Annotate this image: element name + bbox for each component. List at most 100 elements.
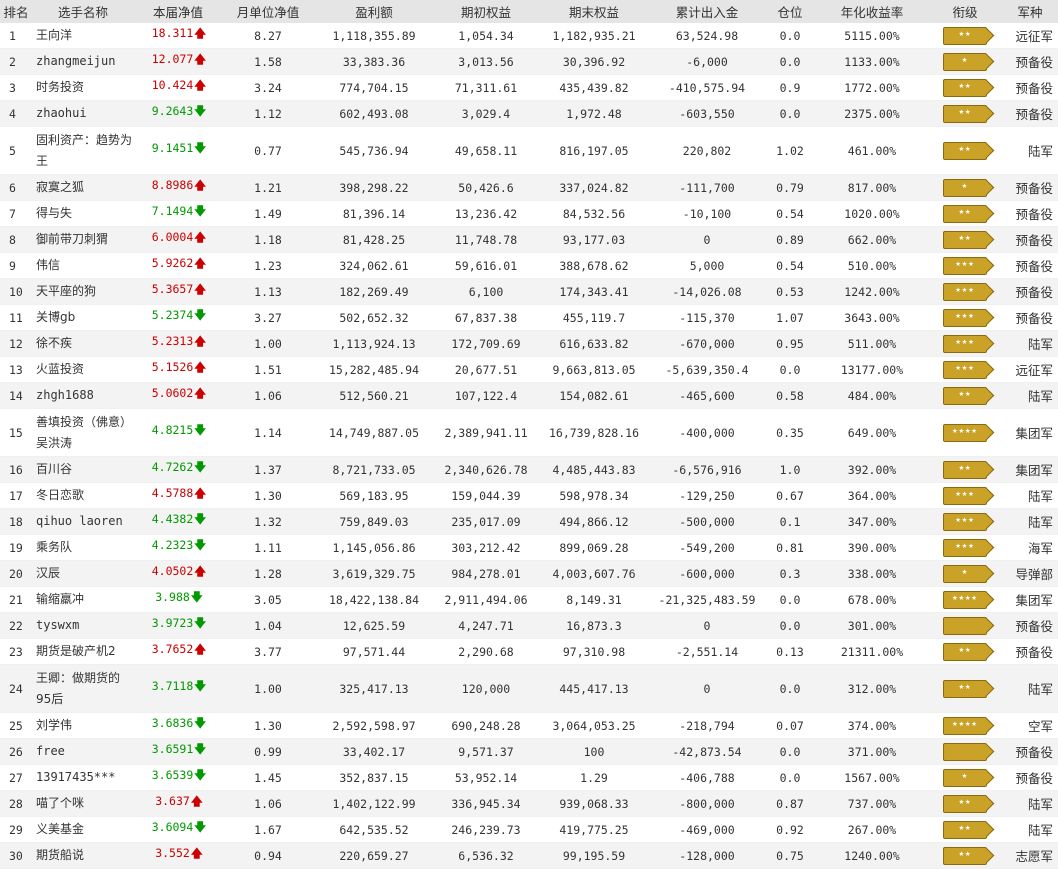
table-row[interactable]: 2 zhangmeijun 12.077🡅 1.58 33,383.36 3,013.56… [0, 48, 1058, 75]
rank-badge-cell: ★★★★ [928, 408, 1002, 457]
player-name-link[interactable]: 乘务队 [32, 534, 134, 561]
player-name-link[interactable]: 义美基金 [32, 816, 134, 843]
table-row[interactable]: 29 义美基金 3.6094🡇 1.67 642,535.52 246,239.73 419… [0, 816, 1058, 843]
table-row[interactable]: 13 火蓝投资 5.1526🡅 1.51 15,282,485.94 20,677.51 9… [0, 356, 1058, 383]
table-row[interactable]: 10 天平座的狗 5.3657🡅 1.13 182,269.49 6,100 174,343… [0, 278, 1058, 305]
table-row[interactable]: 18 qihuo laoren 4.4382🡇 1.32 759,849.03 235,0… [0, 508, 1058, 535]
begin-equity-cell: 3,013.56 [434, 48, 538, 75]
net-value: 8.8986 [151, 178, 194, 192]
player-name-link[interactable]: 天平座的狗 [32, 278, 134, 305]
begin-equity-cell: 11,748.78 [434, 226, 538, 253]
table-row[interactable]: 28 喵了个咪 3.637🡅 1.06 1,402,122.99 336,945.34 93… [0, 790, 1058, 817]
position-cell: 0.67 [764, 482, 816, 509]
player-name-link[interactable]: 御前带刀刺猬 [32, 226, 134, 253]
table-row[interactable]: 20 汉辰 4.0502🡅 1.28 3,619,329.75 984,278.01 4,0… [0, 560, 1058, 587]
table-row[interactable]: 6 寂寞之狐 8.8986🡅 1.21 398,298.22 50,426.6 337,02… [0, 174, 1058, 201]
table-row[interactable]: 15 善填投资（佛意）吴洪涛 4.8215🡇 1.14 14,749,887.05 2,3… [0, 408, 1058, 457]
rank-cell: 17 [0, 482, 32, 509]
annual-return-cell: 347.00% [816, 508, 928, 535]
arrow-up-icon: 🡅 [194, 564, 207, 578]
player-name-link[interactable]: 得与失 [32, 200, 134, 227]
table-row[interactable]: 27 13917435*** 3.6539🡇 1.45 352,837.15 53,952… [0, 764, 1058, 791]
player-name-link[interactable]: 伟信 [32, 252, 134, 279]
table-row[interactable]: 22 tyswxm 3.9723🡇 1.04 12,625.59 4,247.71 16,8… [0, 612, 1058, 639]
cumulative-flow-cell: -500,000 [650, 508, 764, 535]
player-name-link[interactable]: 喵了个咪 [32, 790, 134, 817]
column-header[interactable]: 月单位净值 [222, 0, 314, 23]
arrow-up-icon: 🡅 [194, 360, 207, 374]
table-row[interactable]: 17 冬日恋歌 4.5788🡅 1.30 569,183.95 159,044.39 598… [0, 482, 1058, 509]
player-name-link[interactable]: 期货是破产机2 [32, 638, 134, 665]
player-name-link[interactable]: 冬日恋歌 [32, 482, 134, 509]
profit-cell: 33,402.17 [314, 738, 434, 765]
player-name-link[interactable]: 王向洋 [32, 23, 134, 49]
arrow-up-icon: 🡅 [194, 642, 207, 656]
player-name-link[interactable]: 期货船说 [32, 842, 134, 869]
table-row[interactable]: 16 百川谷 4.7262🡇 1.37 8,721,733.05 2,340,626.78… [0, 456, 1058, 483]
column-header[interactable]: 军种 [1002, 0, 1058, 23]
player-name-link[interactable]: 刘学伟 [32, 712, 134, 739]
column-header[interactable]: 期初权益 [434, 0, 538, 23]
table-row[interactable]: 4 zhaohui 9.2643🡇 1.12 602,493.08 3,029.4 1,97… [0, 100, 1058, 127]
column-header[interactable]: 累计出入金 [650, 0, 764, 23]
column-header[interactable]: 排名 [0, 0, 32, 23]
annual-return-cell: 1240.00% [816, 842, 928, 869]
table-row[interactable]: 11 关博gb 5.2374🡇 3.27 502,652.32 67,837.38 455,… [0, 304, 1058, 331]
table-row[interactable]: 30 期货船说 3.552🡅 0.94 220,659.27 6,536.32 99,195… [0, 842, 1058, 869]
table-row[interactable]: 1 王向洋 18.311🡅 8.27 1,118,355.89 1,054.34 1,182… [0, 23, 1058, 49]
arrow-up-icon: 🡅 [190, 794, 203, 808]
player-name-link[interactable]: 时务投资 [32, 74, 134, 101]
column-header[interactable]: 盈利额 [314, 0, 434, 23]
player-name-link[interactable]: free [32, 738, 134, 765]
table-row[interactable]: 8 御前带刀刺猬 6.0004🡅 1.18 81,428.25 11,748.78 93,1… [0, 226, 1058, 253]
table-row[interactable]: 12 徐不疾 5.2313🡅 1.00 1,113,924.13 172,709.69 61… [0, 330, 1058, 357]
player-name-link[interactable]: 关博gb [32, 304, 134, 331]
net-value-cell: 3.7118🡇 [134, 664, 222, 713]
net-value-cell: 9.1451🡇 [134, 126, 222, 175]
table-row[interactable]: 5 固利资产：趋势为王 9.1451🡇 0.77 545,736.94 49,658.11… [0, 126, 1058, 175]
table-row[interactable]: 7 得与失 7.1494🡇 1.49 81,396.14 13,236.42 84,532.… [0, 200, 1058, 227]
table-row[interactable]: 23 期货是破产机2 3.7652🡅 3.77 97,571.44 2,290.68 97,… [0, 638, 1058, 665]
profit-cell: 759,849.03 [314, 508, 434, 535]
player-name-link[interactable]: 固利资产：趋势为王 [32, 126, 134, 175]
player-name-link[interactable]: zhangmeijun [32, 48, 134, 75]
net-value-cell: 5.0602🡅 [134, 382, 222, 409]
profit-cell: 15,282,485.94 [314, 356, 434, 383]
column-header[interactable]: 仓位 [764, 0, 816, 23]
player-name-link[interactable]: 寂寞之狐 [32, 174, 134, 201]
table-row[interactable]: 19 乘务队 4.2323🡇 1.11 1,145,056.86 303,212.42 89… [0, 534, 1058, 561]
table-row[interactable]: 21 输缩羸冲 3.988🡇 3.05 18,422,138.84 2,911,494.0… [0, 586, 1058, 613]
table-row[interactable]: 9 伟信 5.9262🡅 1.23 324,062.61 59,616.01 388,678… [0, 252, 1058, 279]
profit-cell: 352,837.15 [314, 764, 434, 791]
player-name-link[interactable]: 徐不疾 [32, 330, 134, 357]
player-name-link[interactable]: 百川谷 [32, 456, 134, 483]
column-header[interactable]: 衔级 [928, 0, 1002, 23]
player-name-link[interactable]: 13917435*** [32, 764, 134, 791]
column-header[interactable]: 选手名称 [32, 0, 134, 23]
table-row[interactable]: 25 刘学伟 3.6836🡇 1.30 2,592,598.97 690,248.28 3,… [0, 712, 1058, 739]
annual-return-cell: 392.00% [816, 456, 928, 483]
player-name-link[interactable]: zhgh1688 [32, 382, 134, 409]
player-name-link[interactable]: qihuo laoren [32, 508, 134, 535]
player-name-link[interactable]: 汉辰 [32, 560, 134, 587]
table-row[interactable]: 24 王卿：做期货的95后 3.7118🡇 1.00 325,417.13 120,000… [0, 664, 1058, 713]
table-row[interactable]: 14 zhgh1688 5.0602🡅 1.06 512,560.21 107,122.4… [0, 382, 1058, 409]
column-header[interactable]: 年化收益率 [816, 0, 928, 23]
rank-cell: 29 [0, 816, 32, 843]
net-value: 3.9723 [151, 616, 194, 630]
player-name-link[interactable]: 善填投资（佛意）吴洪涛 [32, 408, 134, 457]
column-header[interactable]: 本届净值 [134, 0, 222, 23]
player-name-link[interactable]: 输缩羸冲 [32, 586, 134, 613]
table-row[interactable]: 3 时务投资 10.424🡅 3.24 774,704.15 71,311.61 435,4… [0, 74, 1058, 101]
annual-return-cell: 1772.00% [816, 74, 928, 101]
cumulative-flow-cell: 220,802 [650, 126, 764, 175]
column-header[interactable]: 期末权益 [538, 0, 650, 23]
army-cell: 预备役 [1002, 638, 1058, 665]
badge-stars: ★★★ [955, 488, 975, 499]
table-row[interactable]: 26 free 3.6591🡇 0.99 33,402.17 9,571.37 100 -42… [0, 738, 1058, 765]
player-name-link[interactable]: 火蓝投资 [32, 356, 134, 383]
player-name-link[interactable]: tyswxm [32, 612, 134, 639]
player-name-link[interactable]: zhaohui [32, 100, 134, 127]
rank-badge-cell: ★★★ [928, 330, 1002, 357]
player-name-link[interactable]: 王卿：做期货的95后 [32, 664, 134, 713]
